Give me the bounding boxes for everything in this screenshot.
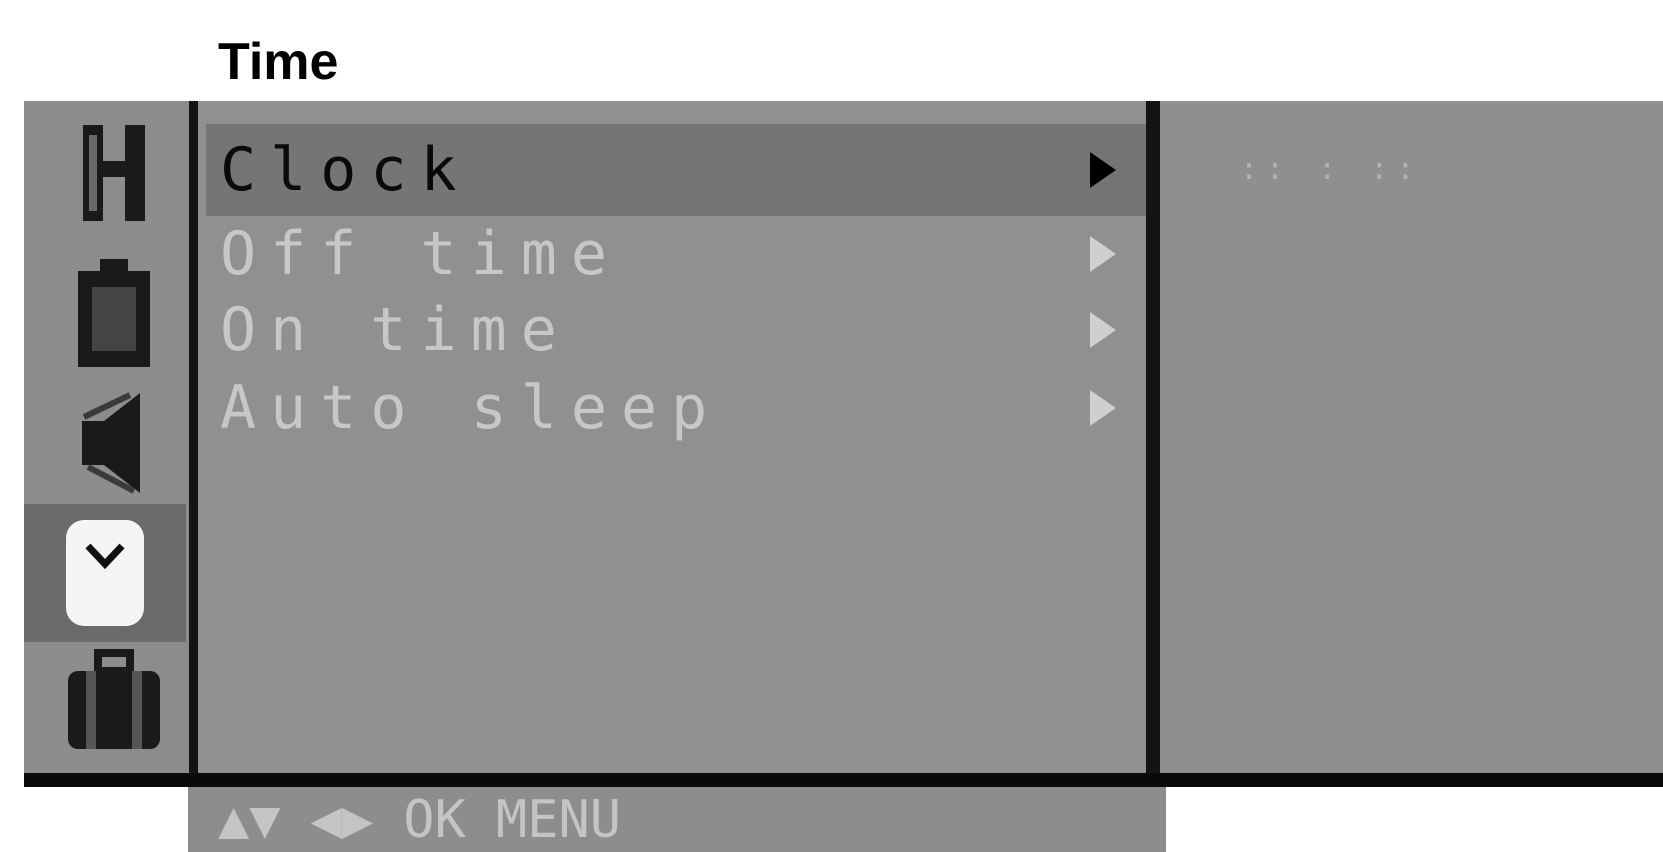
clock-icon [66,520,144,626]
left-right-icon: ◀▶ [310,789,374,850]
arrow-right-icon [1090,152,1116,188]
menu-item-on-time[interactable]: On time [206,292,1146,368]
menu-item-off-time[interactable]: Off time [206,216,1146,292]
arrow-right-icon [1090,390,1116,426]
divider [189,101,198,781]
menu-label: MENU [495,789,622,850]
clock-value: :: : :: [1240,152,1423,187]
ok-label: OK [403,789,466,850]
arrow-right-icon [1090,236,1116,272]
menu-item-auto-sleep[interactable]: Auto sleep [206,370,1146,446]
menu-item-label: Auto sleep [220,373,722,443]
menu-item-label: Off time [220,219,621,289]
page-title: Time [218,33,339,91]
briefcase-icon[interactable] [64,646,164,756]
nav-bar: ▲▼ ◀▶ OK MENU [188,787,1166,852]
up-down-icon: ▲▼ [218,789,281,850]
arrow-right-icon [1090,312,1116,348]
battery-icon[interactable] [64,258,164,368]
menu-item-label: Clock [220,135,471,205]
divider [1146,101,1160,781]
sound-icon[interactable] [64,388,164,498]
clock-menu-tab[interactable] [24,504,186,642]
menu-item-label: On time [220,295,571,365]
picture-icon[interactable] [64,118,164,228]
menu-item-clock[interactable]: Clock [206,124,1146,216]
divider [24,773,1663,787]
